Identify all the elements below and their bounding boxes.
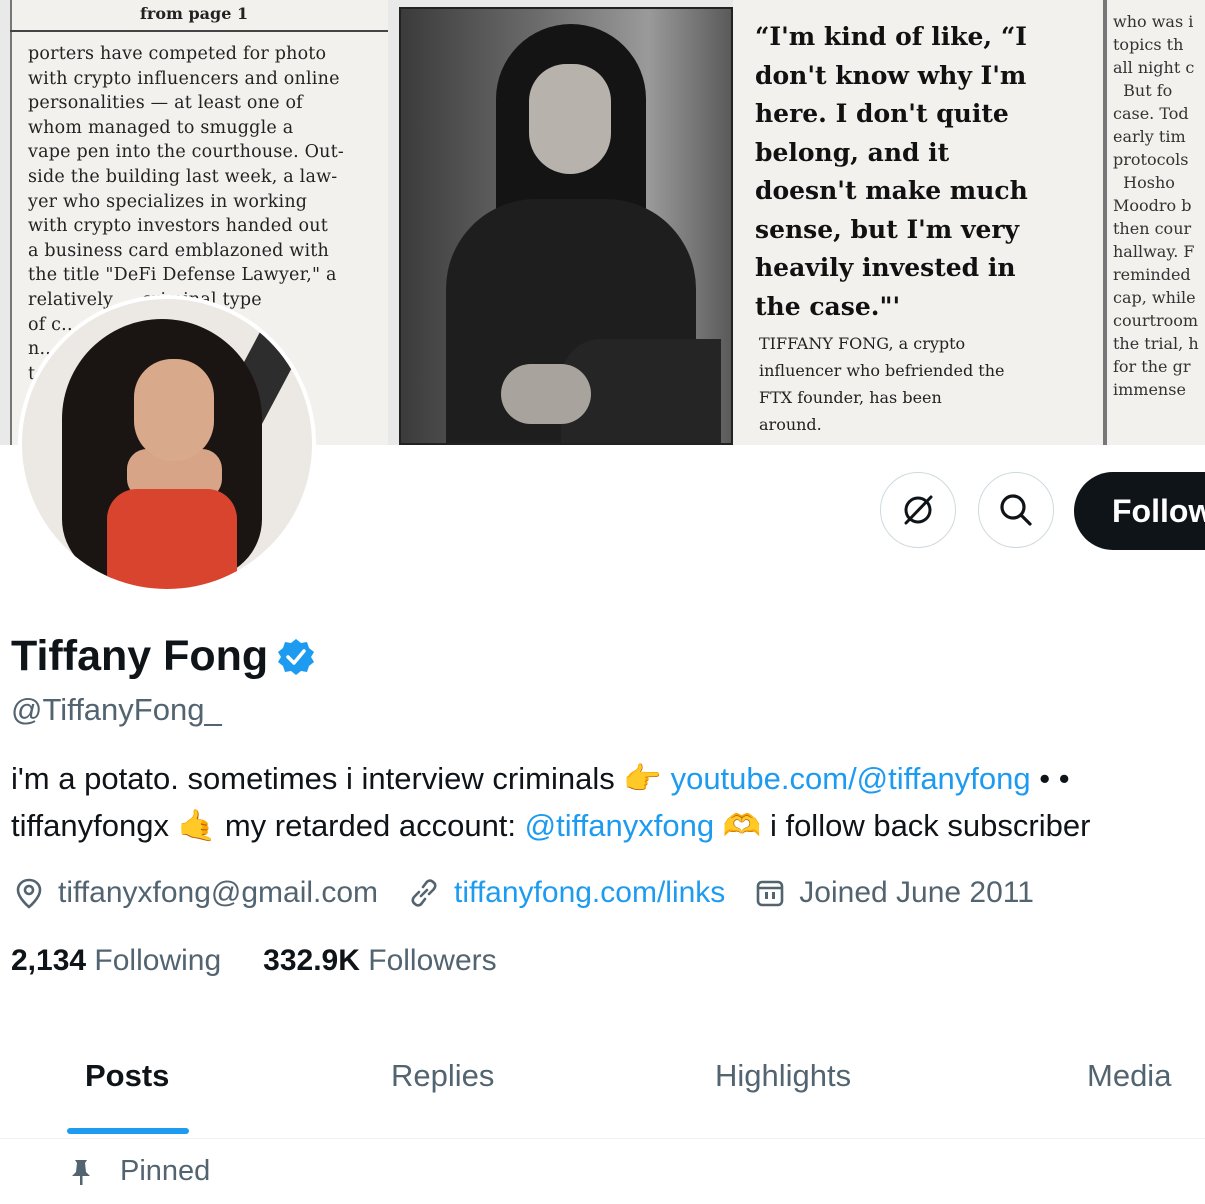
following-count: 2,134 bbox=[11, 944, 87, 977]
active-tab-indicator bbox=[67, 1128, 189, 1134]
quote-line: the case."' bbox=[755, 291, 901, 321]
pointing-hand-icon: 👉 bbox=[623, 761, 662, 797]
banner-photo bbox=[399, 7, 733, 445]
profile-meta: tiffanyxfong@gmail.com tiffanyfong.com/l… bbox=[14, 876, 1064, 910]
profile-name-row: Tiffany Fong bbox=[11, 632, 316, 681]
clipping-line: with crypto influencers and online bbox=[28, 68, 340, 89]
profile-tabs: Posts Replies Highlights Media bbox=[0, 1040, 1205, 1139]
clipping-line: protocols bbox=[1113, 150, 1189, 169]
bio-trail: • • bbox=[1030, 761, 1070, 796]
youtube-link[interactable]: youtube.com/@tiffanyfong bbox=[671, 761, 1031, 796]
pull-quote: “I'm kind of like, “I don't know why I'm h… bbox=[755, 18, 1028, 326]
follow-stats: 2,134 Following 332.9K Followers bbox=[11, 944, 539, 978]
clipping-line: whom managed to smuggle a bbox=[28, 117, 294, 138]
clipping-line: hallway. F bbox=[1113, 242, 1195, 261]
quote-line: “I'm kind of like, “I bbox=[755, 22, 1027, 51]
news-clipping-quote: “I'm kind of like, “I don't know why I'm h… bbox=[733, 0, 1103, 445]
clipping-line: with crypto investors handed out bbox=[28, 216, 328, 237]
mention-link[interactable]: @tiffanyxfong bbox=[525, 808, 714, 843]
location-pin-icon bbox=[16, 878, 42, 909]
clipping-line: Moodro b bbox=[1113, 196, 1192, 215]
clipping-line: courtroom bbox=[1113, 311, 1199, 330]
quote-line: sense, but I'm very bbox=[755, 214, 1020, 244]
clipping-line: immense bbox=[1113, 380, 1186, 399]
clipping-line: early tim bbox=[1113, 127, 1186, 146]
pin-icon bbox=[72, 1159, 90, 1185]
bio-line-2: tiffanyfongx 🤙 my retarded account: @tif… bbox=[11, 807, 1090, 844]
following-label: Following bbox=[94, 944, 222, 977]
grok-icon bbox=[904, 495, 933, 525]
followers-link[interactable]: 332.9K Followers bbox=[263, 944, 496, 978]
search-icon bbox=[1000, 494, 1032, 526]
profile-avatar[interactable] bbox=[18, 295, 316, 593]
website-link[interactable]: tiffanyfong.com/links bbox=[454, 876, 725, 910]
display-name: Tiffany Fong bbox=[11, 632, 269, 680]
tab-posts[interactable]: Posts bbox=[85, 1058, 169, 1094]
caption-line: TIFFANY FONG, a crypto bbox=[759, 334, 966, 353]
clipping-line: the title "DeFi Defense Lawyer," a bbox=[28, 265, 337, 286]
clipping-line: personalities — at least one of bbox=[28, 93, 303, 114]
pinned-label: Pinned bbox=[120, 1155, 211, 1187]
bio-text: tiffanyfongx bbox=[11, 808, 169, 843]
caption-line: around. bbox=[759, 415, 822, 434]
clipping-line: who was i bbox=[1113, 12, 1194, 31]
joined-item: Joined June 2011 bbox=[755, 876, 1034, 910]
pinned-indicator: Pinned bbox=[68, 1155, 210, 1188]
clipping-line: for the gr bbox=[1113, 357, 1191, 376]
bio-text: i follow back subscriber bbox=[761, 808, 1091, 843]
followers-label: Followers bbox=[368, 944, 497, 977]
clipping-line: reminded bbox=[1113, 265, 1191, 284]
clipping-line: Hosho bbox=[1113, 173, 1175, 192]
clipping-line: yer who specializes in working bbox=[28, 191, 308, 212]
clipping-line: porters have competed for photo bbox=[28, 44, 327, 64]
location-text: tiffanyxfong@gmail.com bbox=[58, 876, 379, 909]
quote-line: don't know why I'm bbox=[755, 60, 1027, 90]
heart-hands-icon: 🫶 bbox=[722, 808, 762, 844]
clipping-line: side the building last week, a law- bbox=[28, 166, 338, 187]
photo-caption: TIFFANY FONG, a crypto influencer who bef… bbox=[759, 330, 1004, 438]
verified-badge-icon[interactable] bbox=[276, 637, 316, 677]
bio-text: my retarded account: bbox=[216, 808, 525, 843]
tab-media[interactable]: Media bbox=[1087, 1058, 1171, 1094]
clipping-line: cap, while bbox=[1113, 288, 1196, 307]
website-item: tiffanyfong.com/links bbox=[408, 876, 725, 910]
joined-text: Joined June 2011 bbox=[799, 876, 1034, 909]
clipping-line: all night c bbox=[1113, 58, 1195, 77]
quote-line: here. I don't quite bbox=[755, 99, 1009, 128]
clipping-line: topics th bbox=[1113, 35, 1184, 54]
search-button[interactable] bbox=[978, 472, 1054, 548]
clipping-line: case. Tod bbox=[1113, 104, 1189, 123]
clipping-line: But fo bbox=[1113, 81, 1173, 100]
divider bbox=[10, 30, 388, 32]
caption-line: influencer who befriended the bbox=[759, 361, 1005, 380]
user-handle: @TiffanyFong_ bbox=[11, 692, 222, 727]
clipping-line: vape pen into the courthouse. Out- bbox=[28, 142, 344, 163]
following-link[interactable]: 2,134 Following bbox=[11, 944, 221, 978]
clipping-line: the trial, h bbox=[1113, 334, 1199, 353]
quote-line: doesn't make much bbox=[755, 176, 1028, 205]
bio-line-1: i'm a potato. sometimes i interview crim… bbox=[11, 760, 1070, 797]
clipping-header: from page 1 bbox=[140, 4, 249, 23]
clipping-line: then cour bbox=[1113, 219, 1192, 238]
location-item: tiffanyxfong@gmail.com bbox=[14, 876, 378, 910]
tab-replies[interactable]: Replies bbox=[391, 1058, 494, 1094]
tab-highlights[interactable]: Highlights bbox=[715, 1058, 851, 1094]
link-icon bbox=[411, 879, 437, 907]
quote-line: heavily invested in bbox=[755, 253, 1016, 282]
followers-count: 332.9K bbox=[263, 944, 360, 977]
clipping-body-right: who was i topics th all night c But fo case… bbox=[1113, 10, 1199, 401]
grok-button[interactable] bbox=[880, 472, 956, 548]
calendar-icon bbox=[756, 880, 784, 907]
call-me-hand-icon: 🤙 bbox=[177, 808, 217, 844]
caption-line: FTX founder, has been bbox=[759, 388, 942, 407]
bio-text: i'm a potato. sometimes i interview crim… bbox=[11, 761, 615, 796]
follow-button[interactable]: Follow bbox=[1074, 472, 1205, 550]
news-clipping-right: who was i topics th all night c But fo case… bbox=[1103, 0, 1205, 445]
quote-line: belong, and it bbox=[755, 137, 950, 167]
clipping-line: a business card emblazoned with bbox=[28, 240, 329, 261]
